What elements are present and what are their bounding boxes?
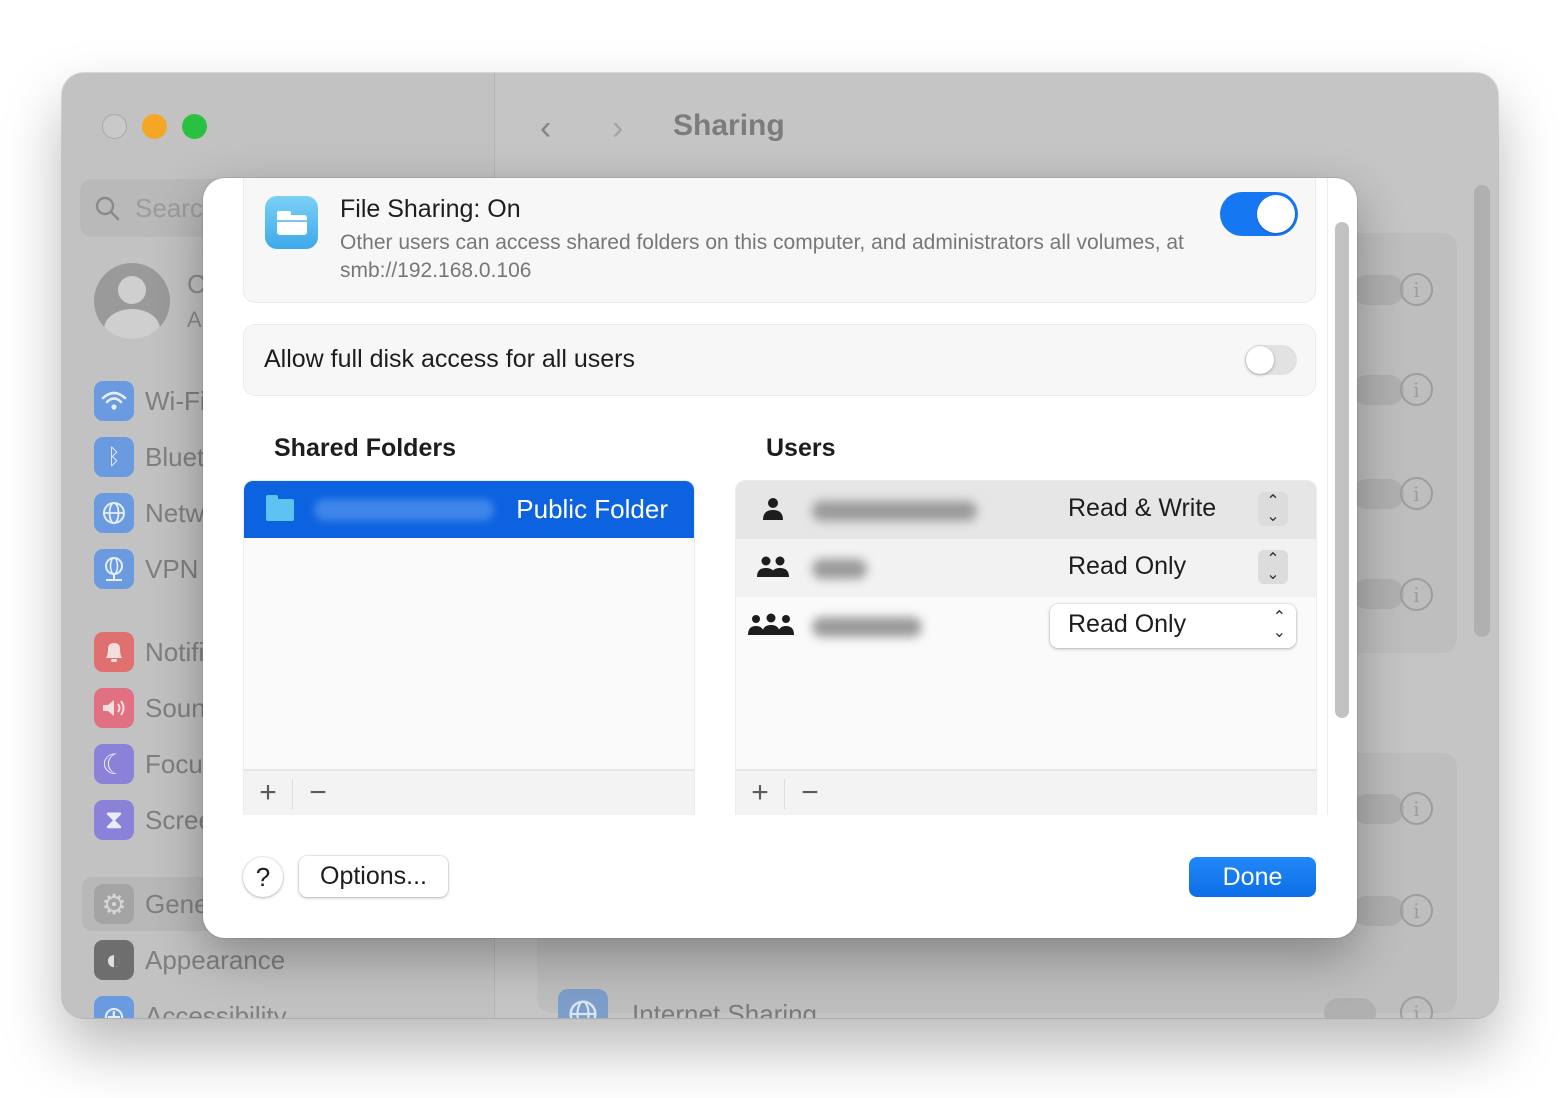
file-sharing-toggle[interactable] [1220,192,1298,236]
service-toggle[interactable] [1352,275,1404,305]
internet-sharing-toggle[interactable] [1324,998,1376,1018]
add-user-button[interactable]: + [736,775,784,811]
table-row[interactable]: Read Only ⌃ ⌄ [736,597,1316,655]
vpn-globe-icon [94,549,134,589]
info-icon[interactable]: i [1400,373,1433,406]
table-row[interactable]: Read Only ⌃ ⌄ [736,539,1316,597]
sidebar-item-label: Wi-Fi [145,385,206,416]
users-list: Read & Write ⌃ ⌄ Read Only ⌃ ⌄ Read Only… [735,480,1317,815]
full-disk-access-card: Allow full disk access for all users [243,324,1316,396]
sidebar-item-label: Appearance [145,944,286,975]
users-heading: Users [766,434,836,462]
full-disk-access-label: Allow full disk access for all users [264,345,635,373]
permission-popup[interactable]: Read Only ⌃ ⌄ [1050,604,1296,648]
service-toggle[interactable] [1352,375,1404,405]
chevron-down-icon: ⌄ [1266,566,1280,583]
sheet-content: File Sharing: On Other users can access … [203,178,1325,815]
full-disk-access-toggle[interactable] [1245,345,1297,375]
permission-value: Read Only [1068,552,1187,580]
sidebar-item-focus[interactable]: ☾ Focus [94,744,216,784]
sidebar-item-sound[interactable]: Sound [94,688,220,728]
page-title: Sharing [673,109,785,142]
service-toggle[interactable] [1352,896,1404,926]
divider [784,779,785,809]
file-sharing-card: File Sharing: On Other users can access … [243,178,1316,303]
globe-icon [558,989,608,1018]
scroll-track [1327,178,1328,815]
sidebar-item-wifi[interactable]: Wi-Fi [94,381,206,421]
info-icon[interactable]: i [1400,792,1433,825]
speaker-icon [94,688,134,728]
help-button[interactable]: ? [243,857,283,897]
folder-icon [265,196,318,249]
maximize-button[interactable] [182,114,207,139]
list-item[interactable]: Public Folder [244,481,694,538]
bell-icon [94,632,134,672]
shared-folders-footer: + − [244,769,694,815]
sheet-button-bar: ? Options... Done [203,815,1357,938]
sidebar-item-label: VPN [145,553,199,584]
info-icon[interactable]: i [1400,477,1433,510]
hourglass-icon: ⧗ [94,800,134,840]
divider [292,779,293,809]
up-down-chevron-icon: ⌃ ⌄ [1272,609,1286,641]
close-button[interactable] [102,114,127,139]
service-toggle[interactable] [1352,479,1404,509]
internet-sharing-label: Internet Sharing [632,999,818,1018]
shared-folders-list: Public Folder + − [243,480,695,815]
sidebar-item-appearance[interactable]: ◐ Appearance [94,940,285,980]
toggle-knob [1257,195,1295,233]
sidebar-item-vpn[interactable]: VPN [94,549,198,589]
permission-stepper[interactable]: ⌃ ⌄ [1258,550,1288,584]
add-folder-button[interactable]: + [244,775,292,811]
appearance-icon: ◐ [94,940,134,980]
sheet-scrollbar[interactable] [1335,222,1349,718]
toggle-knob [1246,346,1274,374]
moon-icon: ☾ [94,744,134,784]
permission-value: Read & Write [1068,494,1217,522]
folder-name: Public Folder [516,494,668,524]
chevron-down-icon: ⌄ [1266,508,1280,525]
accessibility-icon: ⊕ [94,996,134,1018]
group-icon [748,553,798,583]
sidebar-item-label: Accessibility [145,1000,287,1019]
redacted-user-name [812,501,977,521]
table-row[interactable]: Read & Write ⌃ ⌄ [736,481,1316,539]
sidebar-item-accessibility[interactable]: ⊕ Accessibility [94,996,287,1018]
search-icon [95,196,120,221]
remove-user-button[interactable]: − [786,775,834,811]
avatar[interactable] [94,263,170,339]
gear-icon: ⚙ [94,884,134,924]
chevron-left-icon[interactable]: ‹ [540,109,551,148]
everyone-icon [746,611,796,641]
users-footer: + − [736,769,1316,815]
service-toggle[interactable] [1352,579,1404,609]
redacted-group-name [812,559,867,579]
wifi-icon [94,381,134,421]
permission-value: Read Only [1068,610,1187,638]
minimize-button[interactable] [142,114,167,139]
redacted-everyone-name [812,617,922,637]
globe-icon [94,493,134,533]
bluetooth-icon: ᛒ [94,437,134,477]
file-sharing-sheet: File Sharing: On Other users can access … [203,178,1357,938]
file-sharing-title: File Sharing: On [340,195,521,223]
info-icon[interactable]: i [1400,578,1433,611]
shared-folders-heading: Shared Folders [274,434,456,462]
public-folder-icon [266,495,294,521]
info-icon[interactable]: i [1400,273,1433,306]
options-button[interactable]: Options... [299,856,448,897]
file-sharing-description: Other users can access shared folders on… [340,231,1184,282]
profile-subtitle: A [187,307,202,332]
service-toggle[interactable] [1352,794,1404,824]
remove-folder-button[interactable]: − [294,775,342,811]
info-icon[interactable]: i [1400,894,1433,927]
permission-stepper[interactable]: ⌃ ⌄ [1258,492,1288,526]
person-icon [748,495,798,525]
redacted-owner-name [314,499,494,521]
main-scrollbar[interactable] [1474,185,1490,637]
done-button[interactable]: Done [1189,857,1316,897]
chevron-right-icon[interactable]: › [612,109,623,148]
